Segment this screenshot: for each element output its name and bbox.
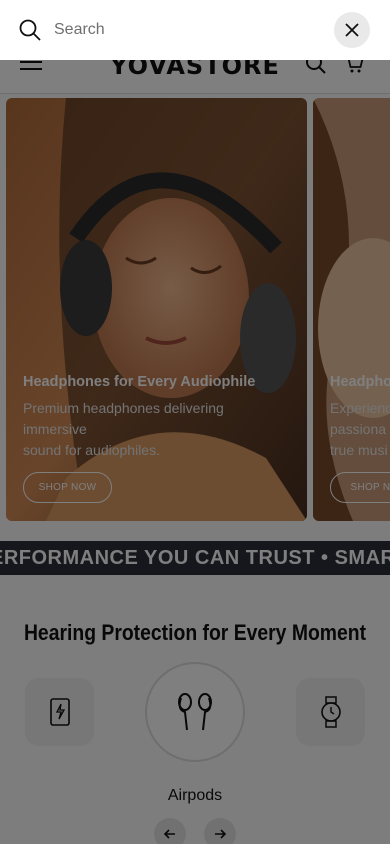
close-search-button[interactable] [334,12,370,48]
search-overlay [0,0,390,60]
search-input[interactable] [54,16,314,44]
search-icon [19,19,41,41]
close-icon [345,23,359,37]
modal-backdrop[interactable] [0,60,390,844]
